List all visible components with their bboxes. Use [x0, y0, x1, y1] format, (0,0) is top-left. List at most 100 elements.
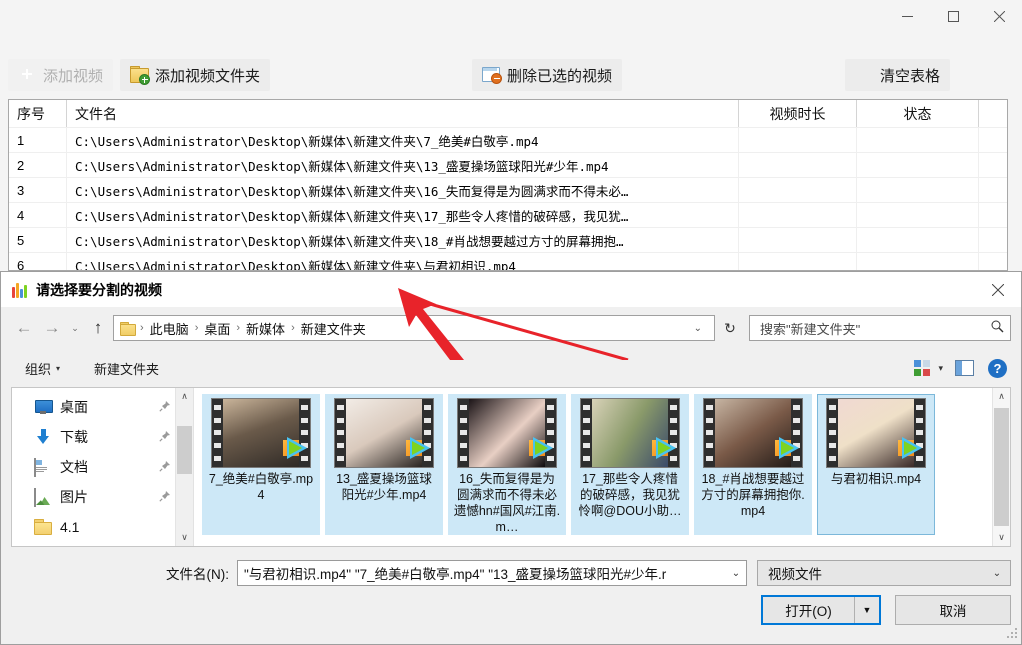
back-arrow-icon[interactable]: ← [11, 315, 37, 341]
open-dropdown-icon[interactable]: ▼ [854, 597, 879, 623]
file-item[interactable]: 17_那些令人疼惜的破碎感，我见犹怜啊@DOU小助… [571, 394, 689, 535]
nav-item-downloads[interactable]: 下载 [12, 422, 193, 452]
scroll-up-icon[interactable]: ∧ [993, 388, 1010, 405]
cell-filler [979, 178, 1007, 202]
preview-pane-icon[interactable] [955, 360, 974, 376]
play-overlay-icon [898, 437, 924, 459]
column-header-filename[interactable]: 文件名 [67, 100, 739, 127]
cell-filename: C:\Users\Administrator\Desktop\新媒体\新建文件夹… [67, 153, 739, 177]
nav-pane-scrollbar[interactable]: ∧ ∨ [175, 388, 193, 546]
video-thumbnail [334, 398, 434, 468]
up-arrow-icon[interactable]: ↑ [85, 315, 111, 341]
table-row[interactable]: 3 C:\Users\Administrator\Desktop\新媒体\新建文… [9, 177, 1007, 202]
cell-duration [739, 153, 857, 177]
search-input[interactable]: 搜索"新建文件夹" [749, 315, 1011, 341]
minimize-button[interactable] [884, 0, 930, 32]
help-icon[interactable]: ? [988, 358, 1007, 378]
chevron-down-icon: ▾ [56, 363, 61, 373]
table-row[interactable]: 2 C:\Users\Administrator\Desktop\新媒体\新建文… [9, 152, 1007, 177]
video-thumbnail [826, 398, 926, 468]
download-icon [34, 429, 52, 445]
clear-table-button[interactable]: 清空表格 [845, 59, 951, 91]
breadcrumb-new-folder[interactable]: 新建文件夹 [296, 319, 371, 338]
address-bar[interactable]: › 此电脑 › 桌面 › 新媒体 › 新建文件夹 ⌄ [113, 315, 715, 341]
play-overlay-icon [283, 437, 309, 459]
file-item-label: 18_#肖战想要越过方寸的屏幕拥抱你.mp4 [701, 472, 805, 518]
organize-label: 组织 [25, 361, 52, 377]
delete-selected-videos-button[interactable]: 删除已选的视频 [472, 59, 623, 91]
cell-status [857, 253, 979, 270]
cell-index: 6 [9, 253, 67, 270]
refresh-icon[interactable]: ↻ [717, 315, 743, 341]
nav-item-pictures[interactable]: 图片 [12, 482, 193, 512]
column-header-duration[interactable]: 视频时长 [739, 100, 857, 127]
open-button[interactable]: 打开(O) ▼ [761, 595, 881, 625]
nav-item-documents[interactable]: 文档 [12, 452, 193, 482]
dialog-footer: 文件名(N): "与君初相识.mp4" "7_绝美#白敬亭.mp4" "13_盛… [1, 547, 1021, 643]
nav-item-4-1[interactable]: 4.1 [12, 512, 193, 542]
scrollbar-thumb[interactable] [994, 408, 1009, 526]
nav-item-partial[interactable] [12, 542, 193, 546]
add-video-button[interactable]: 添加视频 [8, 59, 114, 91]
search-placeholder: 搜索"新建文件夹" [760, 321, 861, 337]
cancel-button[interactable]: 取消 [895, 595, 1011, 625]
resize-grip[interactable] [1006, 628, 1018, 640]
column-header-status[interactable]: 状态 [857, 100, 979, 127]
maximize-button[interactable] [930, 0, 976, 32]
filename-row: 文件名(N): "与君初相识.mp4" "7_绝美#白敬亭.mp4" "13_盛… [1, 559, 1011, 587]
file-item[interactable]: 与君初相识.mp4 [817, 394, 935, 535]
close-button[interactable] [976, 0, 1022, 32]
filetype-select[interactable]: 视频文件 ⌄ [757, 560, 1011, 586]
change-view-icon[interactable] [913, 359, 933, 377]
cell-duration [739, 178, 857, 202]
table-row[interactable]: 4 C:\Users\Administrator\Desktop\新媒体\新建文… [9, 202, 1007, 227]
breadcrumb-xinmeiti[interactable]: 新媒体 [241, 319, 290, 338]
organize-menu-button[interactable]: 组织 ▾ [15, 355, 70, 382]
new-folder-button[interactable]: 新建文件夹 [84, 355, 169, 382]
chevron-down-icon[interactable]: ⌄ [686, 323, 710, 334]
recent-locations-icon[interactable]: ⌄ [67, 315, 83, 341]
dialog-close-button[interactable] [975, 272, 1021, 307]
scroll-down-icon[interactable]: ∨ [993, 529, 1010, 546]
nav-item-label: 桌面 [60, 399, 88, 415]
scroll-down-icon[interactable]: ∨ [176, 529, 193, 546]
folder-icon [34, 519, 52, 535]
video-table: 序号 文件名 视频时长 状态 1 C:\Users\Administrator\… [8, 99, 1008, 271]
pin-icon [159, 400, 171, 415]
add-video-folder-button[interactable]: 添加视频文件夹 [120, 59, 271, 91]
cell-index: 1 [9, 128, 67, 152]
add-video-label: 添加视频 [43, 67, 104, 85]
scrollbar-thumb[interactable] [177, 426, 192, 474]
table-row[interactable]: 5 C:\Users\Administrator\Desktop\新媒体\新建文… [9, 227, 1007, 252]
dialog-body: 桌面 下载 文档 图片 4.1 ∧ ∨ 7_绝美#白敬亭.mp4 13_盛夏操场… [11, 387, 1011, 547]
file-item[interactable]: 7_绝美#白敬亭.mp4 [202, 394, 320, 535]
breadcrumb-desktop[interactable]: 桌面 [199, 319, 235, 338]
file-item[interactable]: 13_盛夏操场篮球阳光#少年.mp4 [325, 394, 443, 535]
scroll-up-icon[interactable]: ∧ [176, 388, 193, 405]
column-header-index[interactable]: 序号 [9, 100, 67, 127]
nav-item-desktop[interactable]: 桌面 [12, 392, 193, 422]
cell-index: 4 [9, 203, 67, 227]
chevron-down-icon[interactable]: ▾ [938, 363, 943, 374]
nav-item-label: 下载 [60, 429, 88, 445]
breadcrumb-this-pc[interactable]: 此电脑 [145, 319, 194, 338]
file-item[interactable]: 18_#肖战想要越过方寸的屏幕拥抱你.mp4 [694, 394, 812, 535]
open-button-label: 打开(O) [785, 604, 832, 619]
new-folder-label: 新建文件夹 [94, 361, 160, 377]
filename-input[interactable]: "与君初相识.mp4" "7_绝美#白敬亭.mp4" "13_盛夏操场篮球阳光#… [237, 560, 747, 586]
cell-status [857, 153, 979, 177]
filename-label: 文件名(N): [166, 567, 229, 582]
document-icon [34, 458, 52, 477]
app-icon [11, 281, 28, 298]
navigation-pane: 桌面 下载 文档 图片 4.1 ∧ ∨ [12, 388, 194, 546]
cell-filename: C:\Users\Administrator\Desktop\新媒体\新建文件夹… [67, 178, 739, 202]
play-overlay-icon [529, 437, 555, 459]
table-row[interactable]: 6 C:\Users\Administrator\Desktop\新媒体\新建文… [9, 252, 1007, 270]
pin-icon [159, 430, 171, 445]
chevron-down-icon[interactable]: ⌄ [726, 568, 746, 579]
table-row[interactable]: 1 C:\Users\Administrator\Desktop\新媒体\新建文… [9, 127, 1007, 152]
file-item[interactable]: 16_失而复得是为圆满求而不得未必遗憾hn#国风#江南.m… [448, 394, 566, 535]
forward-arrow-icon[interactable]: → [39, 315, 65, 341]
file-list-scrollbar[interactable]: ∧ ∨ [992, 388, 1010, 546]
table-header: 序号 文件名 视频时长 状态 [9, 100, 1007, 127]
